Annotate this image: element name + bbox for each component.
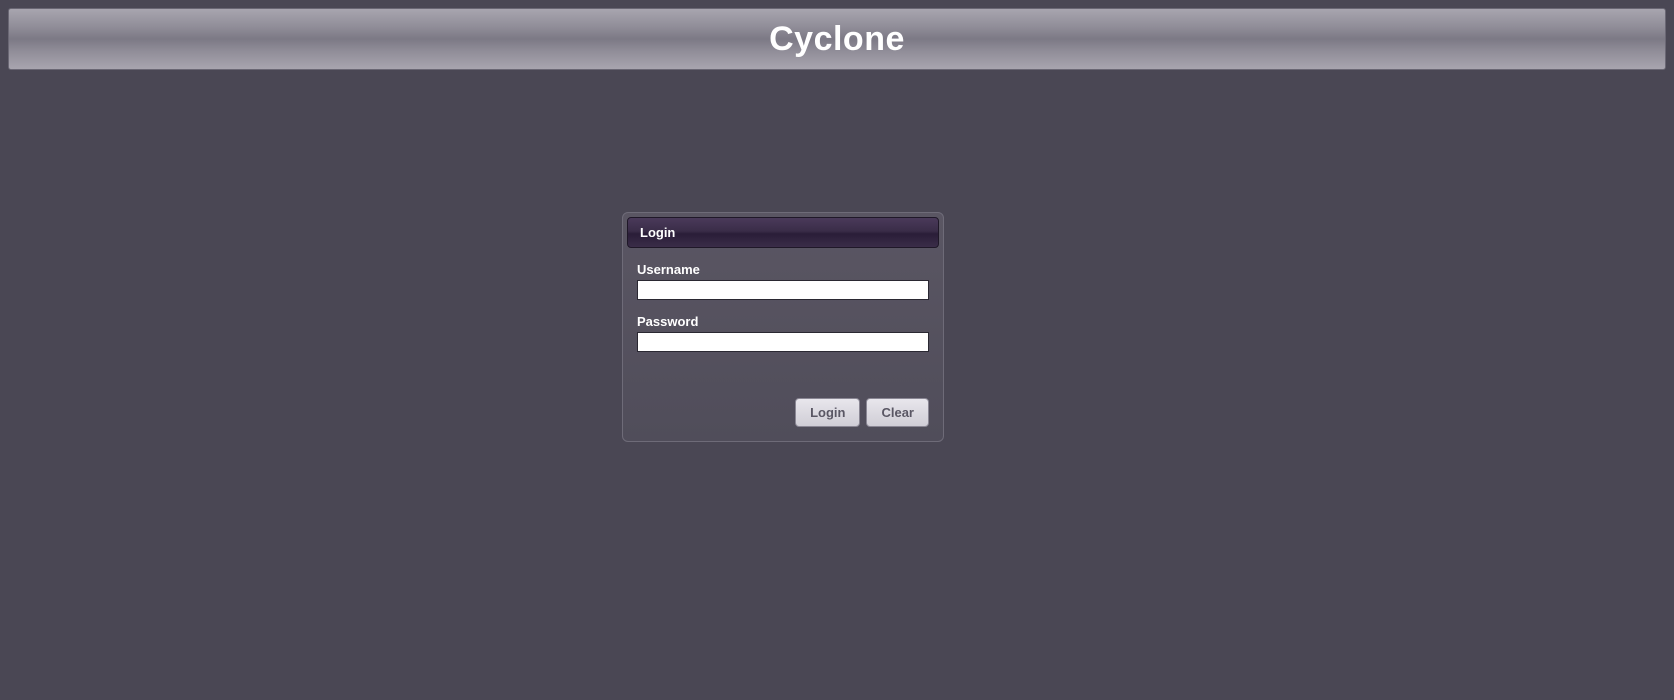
app-title: Cyclone xyxy=(769,20,905,59)
header-banner: Cyclone xyxy=(8,8,1666,70)
button-row: Login Clear xyxy=(637,398,929,427)
username-label: Username xyxy=(637,262,929,277)
login-panel-body: Username Password Login Clear xyxy=(623,252,943,441)
password-input[interactable] xyxy=(637,332,929,352)
password-label: Password xyxy=(637,314,929,329)
clear-button[interactable]: Clear xyxy=(866,398,929,427)
username-field-group: Username xyxy=(637,262,929,300)
password-field-group: Password xyxy=(637,314,929,352)
username-input[interactable] xyxy=(637,280,929,300)
login-panel-header: Login xyxy=(627,217,939,248)
login-panel: Login Username Password Login Clear xyxy=(622,212,944,442)
login-button[interactable]: Login xyxy=(795,398,860,427)
